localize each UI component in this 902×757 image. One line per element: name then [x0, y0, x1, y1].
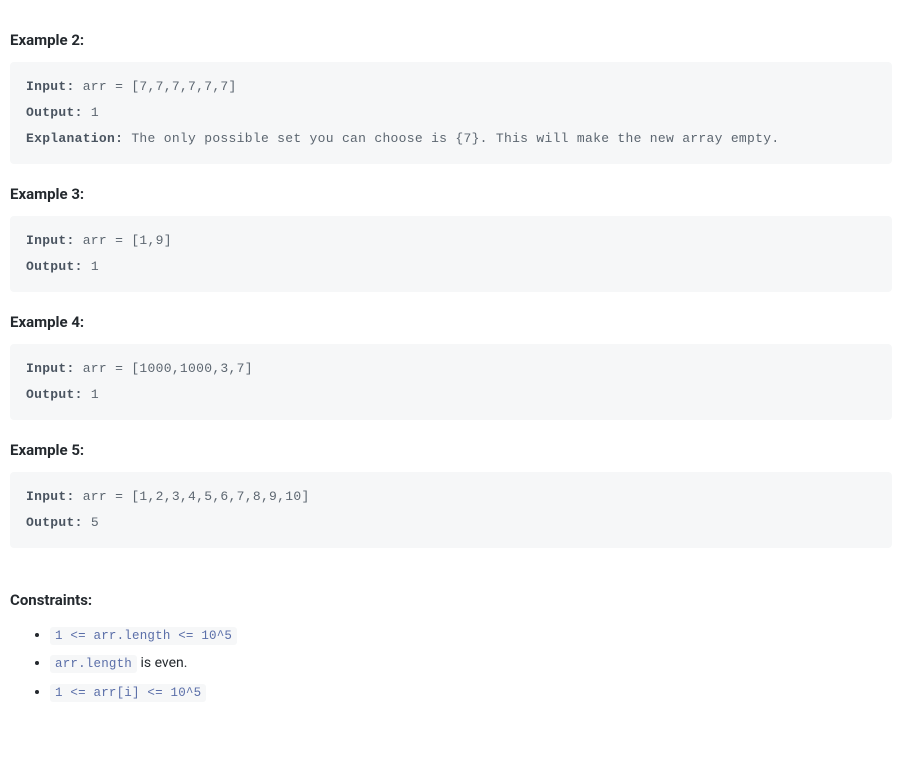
- output-label: Output:: [26, 259, 83, 274]
- input-value: arr = [1000,1000,3,7]: [75, 361, 253, 376]
- input-label: Input:: [26, 361, 75, 376]
- example-heading: Example 2:: [10, 28, 892, 52]
- explanation-value: The only possible set you can choose is …: [123, 131, 779, 146]
- constraint-code: 1 <= arr[i] <= 10^5: [50, 684, 206, 702]
- input-label: Input:: [26, 489, 75, 504]
- output-label: Output:: [26, 515, 83, 530]
- output-value: 1: [83, 259, 99, 274]
- example-heading: Example 5:: [10, 438, 892, 462]
- example-codeblock: Input: arr = [1000,1000,3,7] Output: 1: [10, 344, 892, 420]
- example-codeblock: Input: arr = [1,9] Output: 1: [10, 216, 892, 292]
- output-value: 5: [83, 515, 99, 530]
- input-value: arr = [7,7,7,7,7,7]: [75, 79, 237, 94]
- constraint-code: arr.length: [50, 655, 137, 673]
- example-heading: Example 4:: [10, 310, 892, 334]
- output-label: Output:: [26, 105, 83, 120]
- input-label: Input:: [26, 79, 75, 94]
- list-item: 1 <= arr.length <= 10^5: [50, 624, 892, 646]
- example-codeblock: Input: arr = [7,7,7,7,7,7] Output: 1 Exp…: [10, 62, 892, 164]
- input-value: arr = [1,9]: [75, 233, 172, 248]
- input-label: Input:: [26, 233, 75, 248]
- example-heading: Example 3:: [10, 182, 892, 206]
- constraints-heading: Constraints:: [10, 588, 892, 612]
- example-codeblock: Input: arr = [1,2,3,4,5,6,7,8,9,10] Outp…: [10, 472, 892, 548]
- input-value: arr = [1,2,3,4,5,6,7,8,9,10]: [75, 489, 310, 504]
- list-item: arr.length is even.: [50, 652, 892, 674]
- output-value: 1: [83, 387, 99, 402]
- output-label: Output:: [26, 387, 83, 402]
- output-value: 1: [83, 105, 99, 120]
- constraint-tail: is even.: [137, 655, 187, 671]
- explanation-label: Explanation:: [26, 131, 123, 146]
- constraints-list: 1 <= arr.length <= 10^5 arr.length is ev…: [10, 624, 892, 703]
- list-item: 1 <= arr[i] <= 10^5: [50, 681, 892, 703]
- constraint-code: 1 <= arr.length <= 10^5: [50, 627, 237, 645]
